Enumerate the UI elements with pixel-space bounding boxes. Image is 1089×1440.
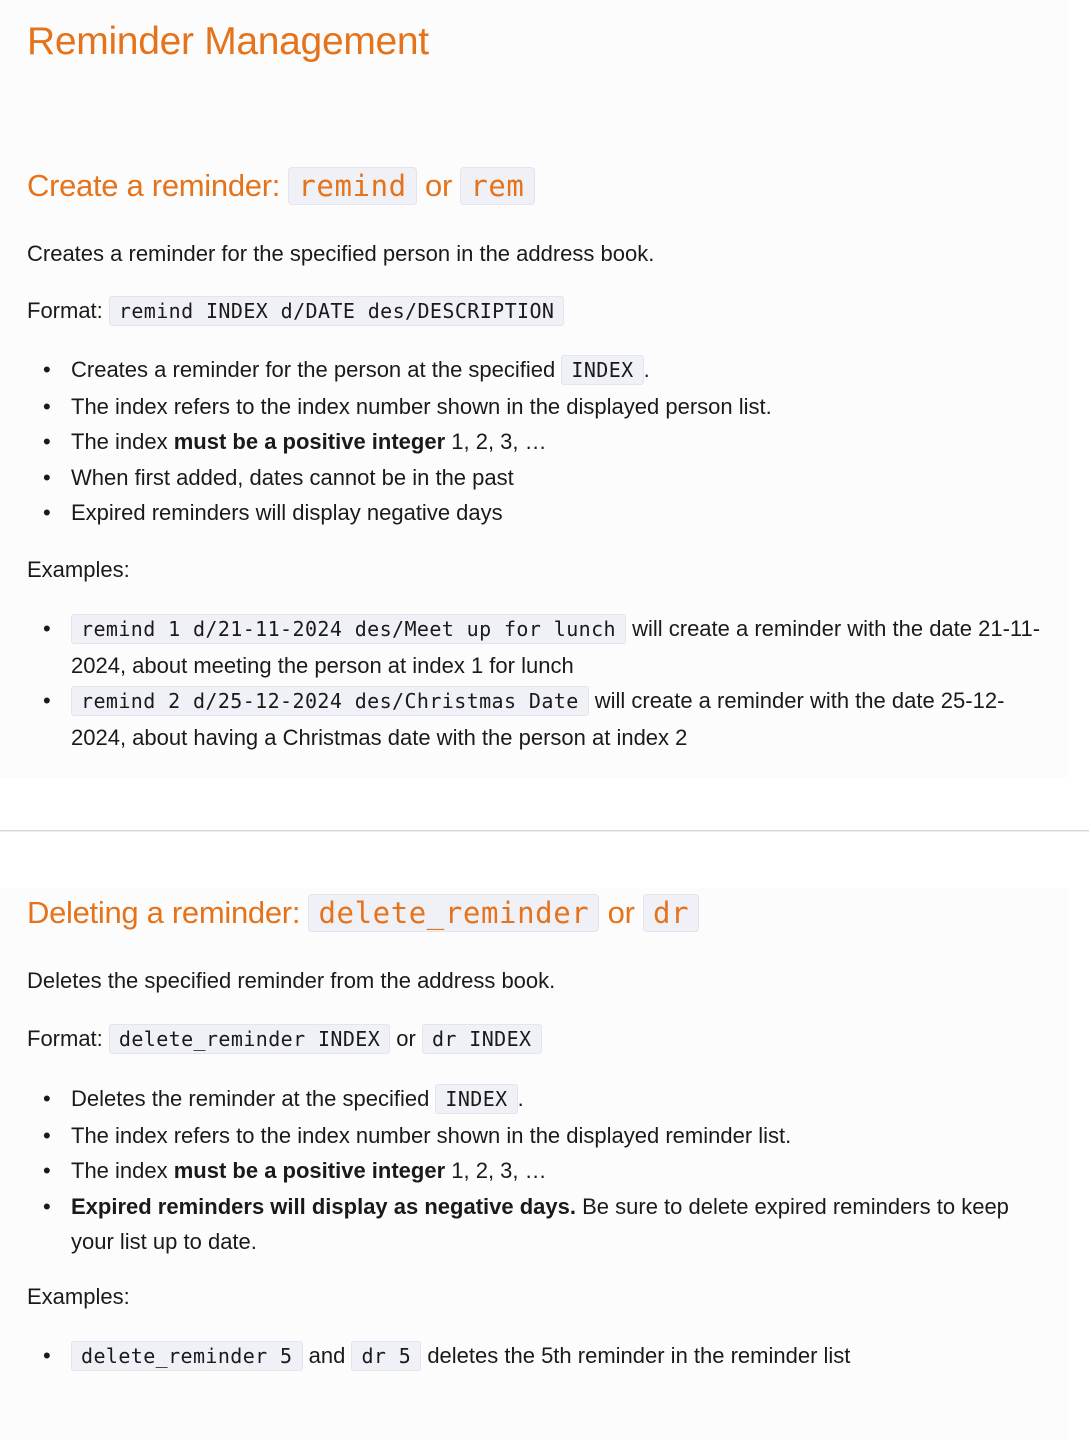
bullet-text: 1, 2, 3, … <box>445 1158 547 1183</box>
bullet-text: The index <box>71 1158 174 1183</box>
example-code: remind 2 d/25-12-2024 des/Christmas Date <box>71 686 589 716</box>
bullet-bold: Expired reminders will display as negati… <box>71 1193 576 1219</box>
delete-format: Format: delete_reminder INDEX or dr INDE… <box>27 1024 542 1054</box>
heading-or: or <box>416 168 461 203</box>
format-label: Format: <box>27 1026 109 1051</box>
format-code: delete_reminder INDEX <box>108 1024 391 1054</box>
create-reminder-heading: Create a reminder: remind or rem <box>27 167 535 205</box>
create-bullet-list: Creates a reminder for the person at the… <box>27 352 1057 531</box>
delete-examples-label: Examples: <box>27 1284 130 1309</box>
bullet-text: Deletes the reminder at the specified <box>71 1086 436 1111</box>
command-rem: rem <box>460 167 535 205</box>
bullet-text: Creates a reminder for the person at the… <box>71 357 562 382</box>
format-code: remind INDEX d/DATE des/DESCRIPTION <box>108 296 565 326</box>
create-examples-list: remind 1 d/21-11-2024 des/Meet up for lu… <box>27 611 1057 755</box>
heading-text: Create a reminder: <box>27 168 289 203</box>
list-item: remind 1 d/21-11-2024 des/Meet up for lu… <box>27 611 1057 683</box>
index-code: INDEX <box>435 1084 518 1114</box>
list-item: Creates a reminder for the person at the… <box>27 352 1057 389</box>
list-item: The index must be a positive integer 1, … <box>27 424 1057 460</box>
list-item: When first added, dates cannot be in the… <box>27 460 1057 496</box>
bullet-bold: must be a positive integer <box>173 429 446 454</box>
list-item: Deletes the reminder at the specified IN… <box>27 1081 1057 1118</box>
bullet-bold: must be a positive integer <box>173 1158 446 1183</box>
page: Reminder Management Create a reminder: r… <box>0 0 1089 1440</box>
list-item: Expired reminders will display negative … <box>27 495 1057 531</box>
list-item: remind 2 d/25-12-2024 des/Christmas Date… <box>27 683 1057 755</box>
heading-or: or <box>599 895 643 930</box>
delete-bullet-list: Deletes the reminder at the specified IN… <box>27 1081 1057 1260</box>
example-text: deletes the 5th reminder in the reminder… <box>421 1343 851 1368</box>
bullet-text: 1, 2, 3, … <box>445 429 547 454</box>
bullet-end: . <box>517 1086 524 1111</box>
list-item: delete_reminder 5 and dr 5 deletes the 5… <box>27 1338 1057 1375</box>
index-code: INDEX <box>561 355 644 385</box>
page-title: Reminder Management <box>27 20 429 63</box>
create-description: Creates a reminder for the specified per… <box>27 241 655 266</box>
create-format: Format: remind INDEX d/DATE des/DESCRIPT… <box>27 296 565 326</box>
delete-examples-list: delete_reminder 5 and dr 5 deletes the 5… <box>27 1338 1057 1375</box>
format-label: Format: <box>27 298 109 323</box>
delete-reminder-heading: Deleting a reminder: delete_reminder or … <box>27 894 700 932</box>
example-and: and <box>302 1343 352 1368</box>
example-code: dr 5 <box>351 1341 422 1371</box>
bullet-text: The index <box>71 429 174 454</box>
section-divider <box>0 830 1089 832</box>
list-item: The index refers to the index number sho… <box>27 1118 1057 1154</box>
list-item: The index must be a positive integer 1, … <box>27 1153 1057 1189</box>
example-code: remind 1 d/21-11-2024 des/Meet up for lu… <box>71 614 626 644</box>
example-code: delete_reminder 5 <box>71 1341 303 1371</box>
delete-description: Deletes the specified reminder from the … <box>27 968 556 993</box>
command-delete-reminder: delete_reminder <box>308 894 600 932</box>
heading-text: Deleting a reminder: <box>27 895 309 930</box>
create-examples-label: Examples: <box>27 557 130 582</box>
list-item: The index refers to the index number sho… <box>27 389 1057 425</box>
list-item: Expired reminders will display as negati… <box>27 1189 1057 1260</box>
command-remind: remind <box>288 167 417 205</box>
format-code: dr INDEX <box>421 1024 542 1054</box>
format-or: or <box>390 1026 422 1051</box>
command-dr: dr <box>642 894 700 932</box>
bullet-end: . <box>643 357 650 382</box>
